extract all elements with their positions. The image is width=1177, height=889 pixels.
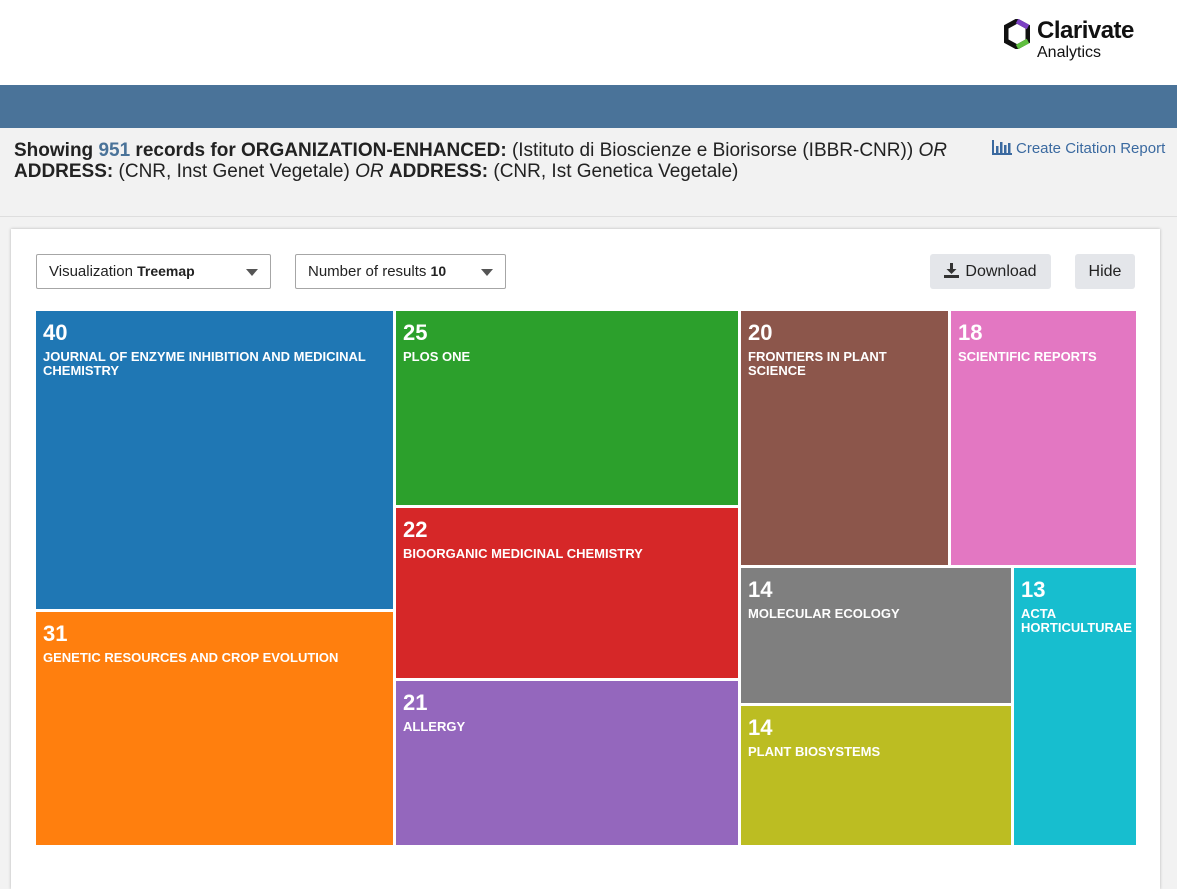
- treemap-cell-label: JOURNAL OF ENZYME INHIBITION AND MEDICIN…: [43, 349, 366, 378]
- filter-3-label: ADDRESS:: [388, 161, 489, 182]
- treemap-cell-label: BIOORGANIC MEDICINAL CHEMISTRY: [403, 546, 643, 561]
- treemap-cell-label: ACTA HORTICULTURAE: [1021, 606, 1132, 635]
- treemap-cell[interactable]: 20 FRONTIERS IN PLANT SCIENCE: [741, 311, 948, 565]
- filter-3-value: (CNR, Ist Genetica Vegetale): [493, 161, 739, 182]
- treemap-cell-label: MOLECULAR ECOLOGY: [748, 606, 900, 621]
- treemap-cell[interactable]: 40 JOURNAL OF ENZYME INHIBITION AND MEDIC…: [36, 311, 393, 609]
- clarivate-logo-icon: [1004, 19, 1030, 49]
- brand-sub: Analytics: [1037, 44, 1102, 61]
- treemap-cell[interactable]: 14 PLANT BIOSYSTEMS: [741, 706, 1011, 845]
- treemap-cell[interactable]: 14 MOLECULAR ECOLOGY: [741, 568, 1011, 703]
- brand-name: Clarivate: [1037, 17, 1134, 44]
- treemap-cell-label: SCIENTIFIC REPORTS: [958, 349, 1097, 364]
- treemap-cell-label: ALLERGY: [403, 719, 466, 734]
- number-of-results-select[interactable]: Number of results 10: [295, 254, 506, 289]
- treemap-cell-value: 20: [748, 320, 773, 345]
- operator-2: OR: [355, 161, 384, 182]
- treemap-cell-value: 21: [403, 690, 428, 715]
- top-header: Clarivate Analytics: [0, 0, 1177, 85]
- treemap-cell[interactable]: 13 ACTA HORTICULTURAE: [1014, 568, 1136, 845]
- operator-1: OR: [918, 140, 947, 161]
- treemap-cell-label: FRONTIERS IN PLANT SCIENCE: [748, 349, 887, 378]
- showing-label: Showing: [14, 140, 94, 161]
- results-value: 10: [430, 263, 447, 279]
- treemap-cell-label: PLOS ONE: [403, 349, 471, 364]
- filter-1-value: (Istituto di Bioscienze e Biorisorse (IB…: [511, 140, 914, 161]
- query-summary: Showing 951 records for ORGANIZATION-ENH…: [14, 140, 974, 182]
- filter-2-label: ADDRESS:: [14, 161, 114, 182]
- clarivate-logo[interactable]: Clarivate Analytics: [1004, 17, 1154, 67]
- visualization-panel: Visualization Treemap Number of results …: [11, 229, 1160, 889]
- record-count: 951: [98, 140, 131, 161]
- treemap-cell-value: 14: [748, 715, 773, 740]
- results-summary: Showing 951 records for ORGANIZATION-ENH…: [0, 128, 1177, 217]
- filter-1-label: ORGANIZATION-ENHANCED:: [241, 140, 507, 161]
- download-label: Download: [965, 263, 1037, 280]
- create-citation-report-link[interactable]: Create Citation Report: [992, 140, 1165, 157]
- visualization-label: Visualization: [49, 263, 133, 280]
- visualization-value: Treemap: [137, 263, 195, 279]
- treemap-cell-value: 25: [403, 320, 428, 345]
- treemap-cell[interactable]: 22 BIOORGANIC MEDICINAL CHEMISTRY: [396, 508, 738, 678]
- hide-label: Hide: [1088, 263, 1122, 280]
- treemap-cell-value: 18: [958, 320, 983, 345]
- caret-down-icon: [481, 269, 493, 276]
- records-for-label: records for: [135, 140, 236, 161]
- treemap-cell-value: 14: [748, 577, 773, 602]
- treemap-cell-value: 22: [403, 517, 428, 542]
- treemap-cell[interactable]: 21 ALLERGY: [396, 681, 738, 845]
- caret-down-icon: [246, 269, 258, 276]
- citation-report-label: Create Citation Report: [1016, 140, 1166, 157]
- navigation-bar: [0, 85, 1177, 128]
- filter-2-value: (CNR, Inst Genet Vegetale): [118, 161, 350, 182]
- treemap-cell[interactable]: 18 SCIENTIFIC REPORTS: [951, 311, 1136, 565]
- treemap-cell[interactable]: 25 PLOS ONE: [396, 311, 738, 505]
- download-button[interactable]: Download: [930, 254, 1051, 289]
- treemap-chart: 40 JOURNAL OF ENZYME INHIBITION AND MEDIC…: [36, 311, 1136, 845]
- treemap-cell-label: GENETIC RESOURCES AND CROP EVOLUTION: [43, 650, 339, 665]
- bar-chart-icon: [992, 140, 1012, 155]
- treemap-cell-value: 31: [43, 621, 68, 646]
- treemap-cell-value: 40: [43, 320, 68, 345]
- treemap-cell-value: 13: [1021, 577, 1046, 602]
- visualization-select[interactable]: Visualization Treemap: [36, 254, 271, 289]
- hide-button[interactable]: Hide: [1075, 254, 1135, 289]
- treemap-cell-label: PLANT BIOSYSTEMS: [748, 744, 881, 759]
- download-icon: [944, 263, 960, 278]
- results-label: Number of results: [308, 263, 427, 280]
- treemap-cell[interactable]: 31 GENETIC RESOURCES AND CROP EVOLUTION: [36, 612, 393, 845]
